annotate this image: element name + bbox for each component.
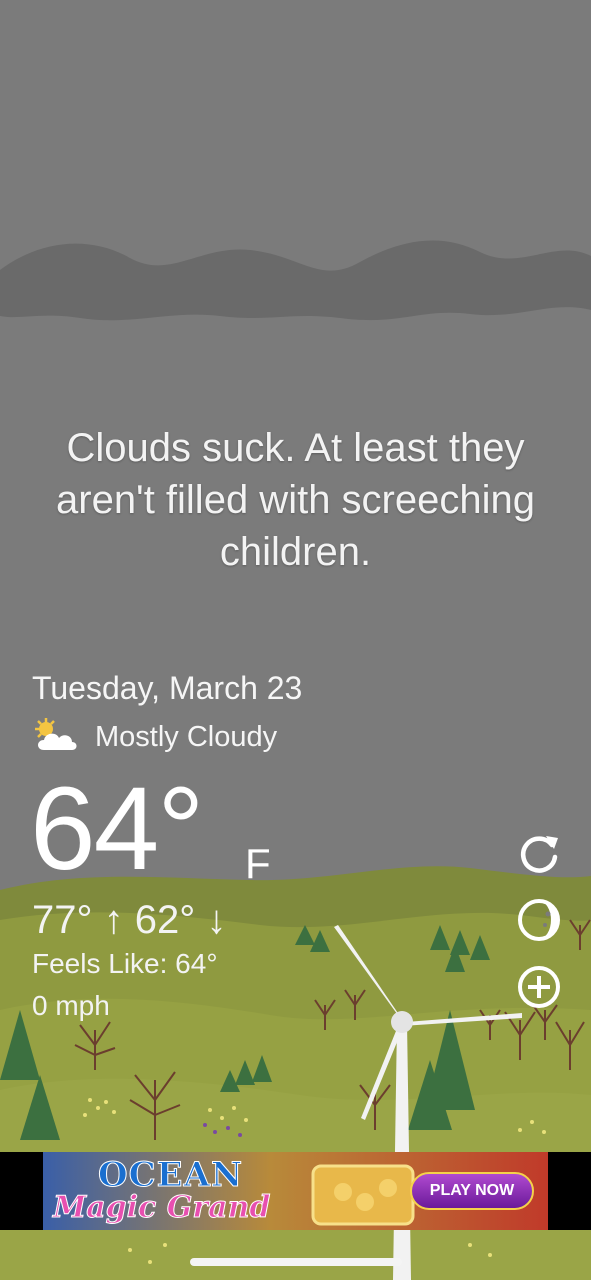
current-date: Tuesday, March 23: [32, 670, 303, 706]
ad-title: OCEAN: [97, 1155, 244, 1196]
ad-banner[interactable]: OCEAN Magic Grand PLAY NOW: [43, 1152, 548, 1230]
high-low-temperature: 77° ↑ 62° ↓: [32, 898, 227, 942]
partly-cloudy-icon: [35, 718, 77, 750]
current-temperature: 64°: [30, 763, 204, 895]
refresh-icon[interactable]: [516, 830, 562, 876]
feels-like: Feels Like: 64°: [32, 948, 218, 979]
wind-speed: 0 mph: [32, 990, 110, 1021]
ad-play-now-button[interactable]: PLAY NOW: [410, 1172, 534, 1210]
moon-phase-icon[interactable]: [516, 897, 562, 943]
home-indicator[interactable]: [190, 1258, 402, 1266]
temperature-unit: F: [245, 840, 271, 887]
condition-label: Mostly Cloudy: [95, 721, 278, 753]
weather-scene-background: [0, 0, 591, 1280]
ad-subtitle: Magic Grand: [52, 1190, 271, 1226]
weather-tagline: Clouds suck. At least they aren't filled…: [56, 426, 535, 574]
add-location-icon[interactable]: [516, 964, 562, 1010]
